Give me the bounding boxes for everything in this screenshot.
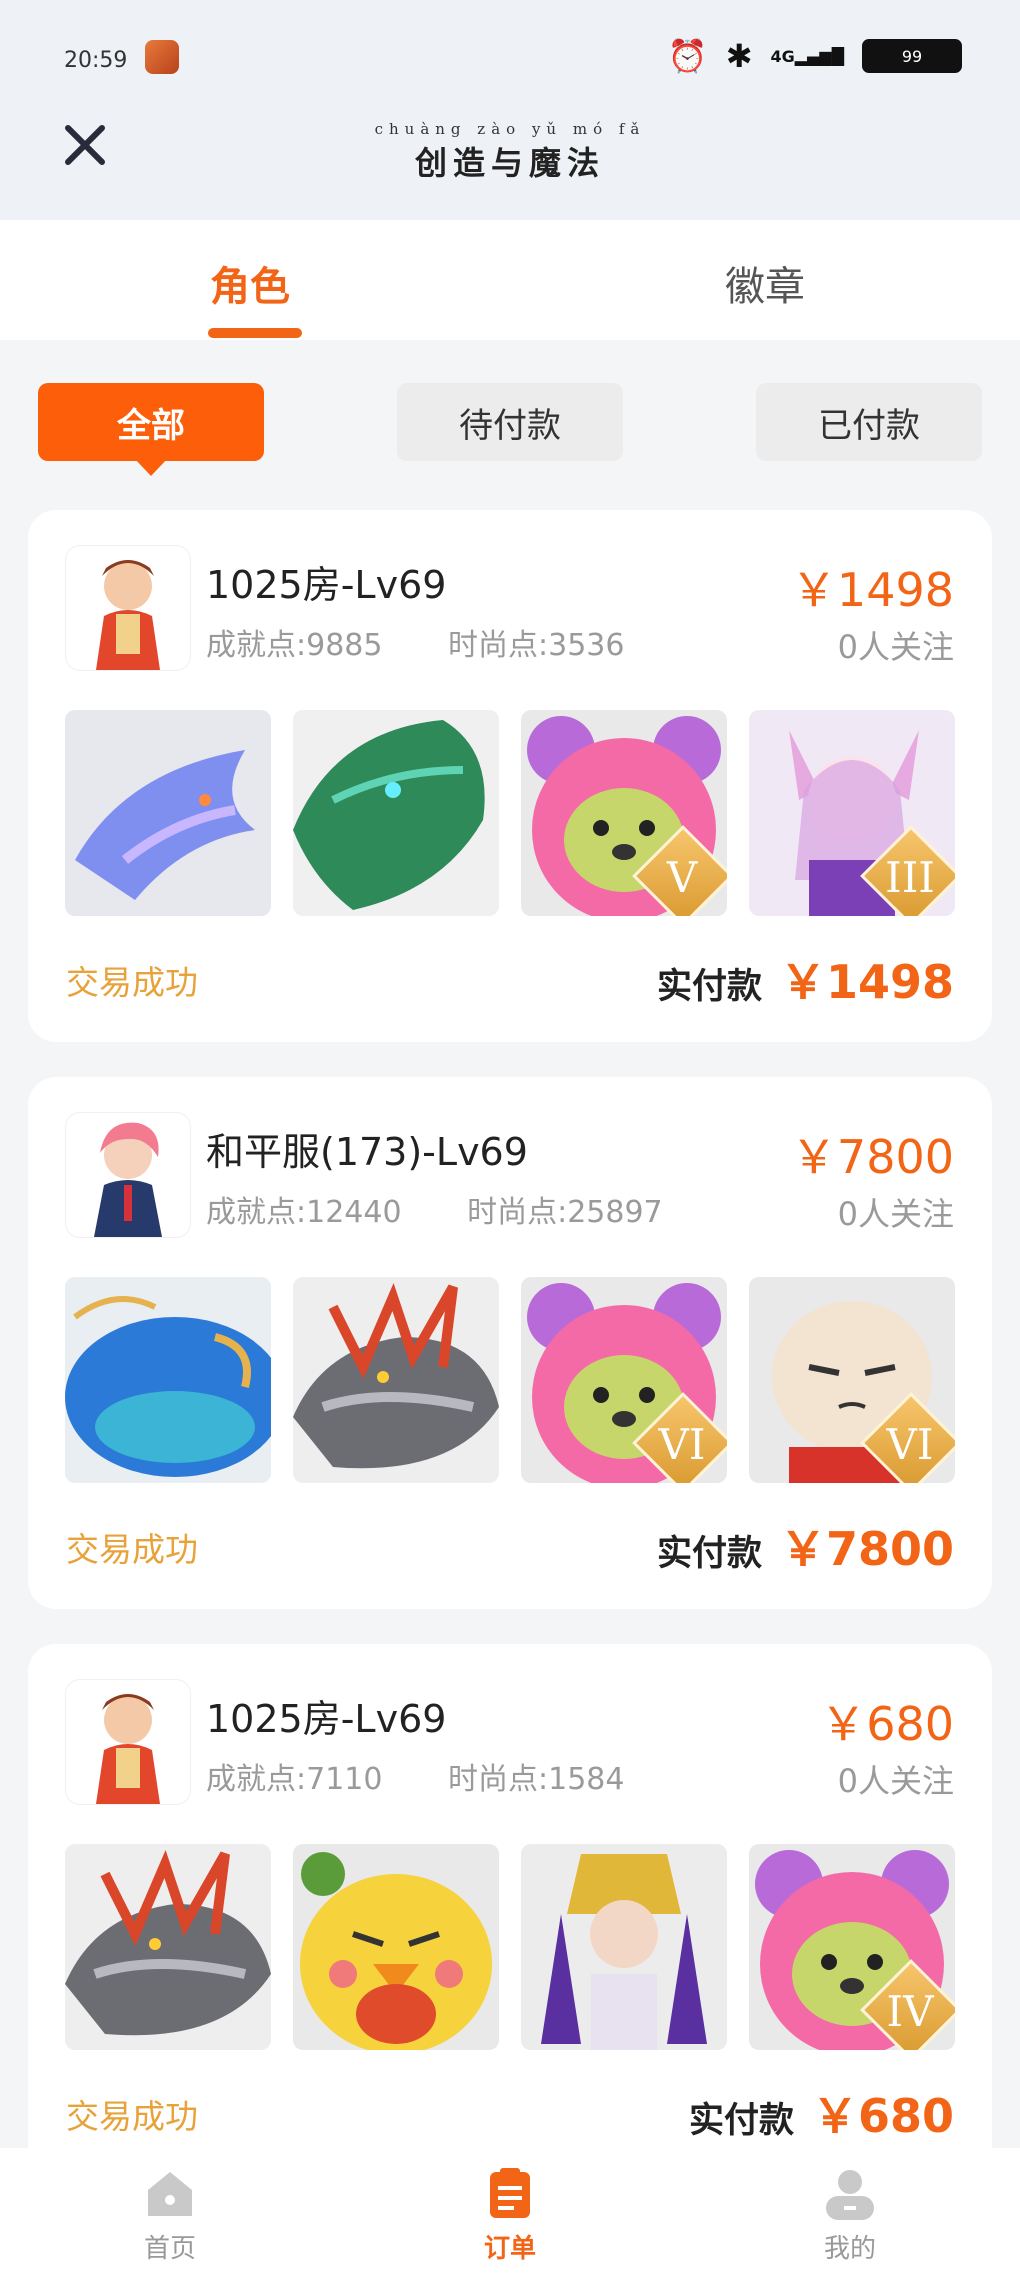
app-title-pinyin: chuàng zào yǔ mó fǎ <box>374 120 646 138</box>
listing-price: ￥680 <box>820 1697 954 1751</box>
rank-label: IV <box>886 1987 934 2036</box>
watcher-count: 0人关注 <box>837 1762 954 1800</box>
fashion-points: 时尚点:25897 <box>467 1195 663 1230</box>
trade-status: 交易成功 <box>66 963 198 1002</box>
points-row: 成就点:9885 时尚点:3536 <box>206 620 624 664</box>
paid-amount: 实付款 ￥1498 <box>657 946 954 1012</box>
filter-paid-button[interactable]: 已付款 <box>756 383 982 461</box>
order-card[interactable]: 和平服(173)-Lv69 成就点:12440 时尚点:25897 ￥7800 … <box>28 1077 992 1609</box>
item-thumbnail-bear-pink[interactable]: VI <box>521 1277 727 1483</box>
item-thumbnail-dragon-blue[interactable] <box>65 710 271 916</box>
paid-label: 实付款 <box>688 2101 794 2141</box>
paid-value: ￥680 <box>811 2089 954 2143</box>
tab-roles[interactable]: 角色 <box>210 254 290 312</box>
item-thumbnail-dragon-grey[interactable] <box>293 1277 499 1483</box>
item-thumbnail-bear-pink[interactable]: IV <box>749 1844 955 2050</box>
item-thumbnail-dragon-green[interactable] <box>293 710 499 916</box>
rank-label: VI <box>886 1420 934 1469</box>
paid-label: 实付款 <box>656 1534 762 1574</box>
orders-icon <box>490 2168 530 2218</box>
app-title-text: 创造与魔法 <box>414 144 605 182</box>
character-avatar <box>66 1113 190 1237</box>
points-row: 成就点:12440 时尚点:25897 <box>206 1187 663 1231</box>
paid-label: 实付款 <box>656 967 762 1007</box>
filter-pending-button[interactable]: 待付款 <box>397 383 623 461</box>
item-thumbnails: IV <box>65 1844 955 2050</box>
paid-value: ￥7800 <box>779 1522 954 1576</box>
character-avatar <box>66 546 190 670</box>
rank-label: V <box>666 853 698 902</box>
fashion-points: 时尚点:1584 <box>448 1762 625 1797</box>
tab-bar: 角色 徽章 <box>0 220 1020 340</box>
nav-orders[interactable]: 订单 <box>430 2166 590 2265</box>
nav-orders-label: 订单 <box>483 2234 536 2264</box>
game-app-icon <box>145 40 179 74</box>
signal-label: 4G <box>770 46 795 66</box>
server-level: 和平服(173)-Lv69 <box>206 1130 528 1174</box>
achievement-points: 成就点:12440 <box>206 1195 402 1230</box>
item-thumbnail-chick-yellow[interactable] <box>293 1844 499 2050</box>
nav-home[interactable]: 首页 <box>90 2166 250 2265</box>
watcher-count: 0人关注 <box>837 628 954 666</box>
watcher-count: 0人关注 <box>837 1195 954 1233</box>
nav-profile-label: 我的 <box>823 2234 876 2264</box>
nav-home-label: 首页 <box>143 2234 196 2264</box>
item-thumbnail-bear-pink[interactable]: V <box>521 710 727 916</box>
rank-label: VI <box>658 1420 706 1469</box>
item-thumbnail-bun-face[interactable]: VI <box>749 1277 955 1483</box>
item-thumbnail-dragon-grey[interactable] <box>65 1844 271 2050</box>
paid-amount: 实付款 ￥680 <box>689 2080 954 2146</box>
bottom-nav: 首页 订单 我的 <box>0 2148 1020 2278</box>
signal-icon: 4G▂▄▆█ <box>770 46 844 66</box>
battery-icon: 99 <box>862 39 962 73</box>
server-level: 1025房-Lv69 <box>206 1697 447 1741</box>
title-bar: chuàng zào yǔ mó fǎ 创造与魔法 <box>0 100 1020 220</box>
item-thumbnails: VI VI <box>65 1277 955 1483</box>
status-icons: ⏰ ✱ 4G▂▄▆█ 99 <box>668 36 962 76</box>
trade-status: 交易成功 <box>66 2097 198 2136</box>
app-title: chuàng zào yǔ mó fǎ 创造与魔法 <box>0 120 1020 184</box>
achievement-points: 成就点:7110 <box>206 1762 383 1797</box>
paid-value: ￥1498 <box>779 955 954 1009</box>
alarm-icon: ⏰ <box>667 37 708 75</box>
order-card[interactable]: 1025房-Lv69 成就点:7110 时尚点:1584 ￥680 0人关注 I… <box>28 1644 992 2176</box>
status-time: 20:59 <box>64 48 128 73</box>
character-avatar <box>66 1680 190 1804</box>
fashion-points: 时尚点:3536 <box>448 628 625 663</box>
order-card[interactable]: 1025房-Lv69 成就点:9885 时尚点:3536 ￥1498 0人关注 … <box>28 510 992 1042</box>
profile-icon <box>826 2170 874 2220</box>
trade-status: 交易成功 <box>66 1530 198 1569</box>
battery-level: 99 <box>901 46 923 66</box>
server-level: 1025房-Lv69 <box>206 563 447 607</box>
item-thumbnails: V III <box>65 710 955 916</box>
paid-amount: 实付款 ￥7800 <box>657 1513 954 1579</box>
home-icon <box>148 2172 192 2216</box>
item-thumbnail-fox-girl[interactable]: III <box>749 710 955 916</box>
filter-active-pointer <box>134 458 168 476</box>
rank-label: III <box>885 853 935 902</box>
listing-price: ￥7800 <box>790 1130 954 1184</box>
nav-profile[interactable]: 我的 <box>770 2166 930 2265</box>
bluetooth-icon: ✱ <box>725 37 753 75</box>
achievement-points: 成就点:9885 <box>206 628 383 663</box>
points-row: 成就点:7110 时尚点:1584 <box>206 1754 624 1798</box>
item-thumbnail-pharaoh-girl[interactable] <box>521 1844 727 2050</box>
listing-price: ￥1498 <box>790 563 954 617</box>
tab-badges[interactable]: 徽章 <box>725 254 805 312</box>
item-thumbnail-whale-blue[interactable] <box>65 1277 271 1483</box>
tab-active-indicator <box>208 328 302 338</box>
filter-all-button[interactable]: 全部 <box>38 383 264 461</box>
